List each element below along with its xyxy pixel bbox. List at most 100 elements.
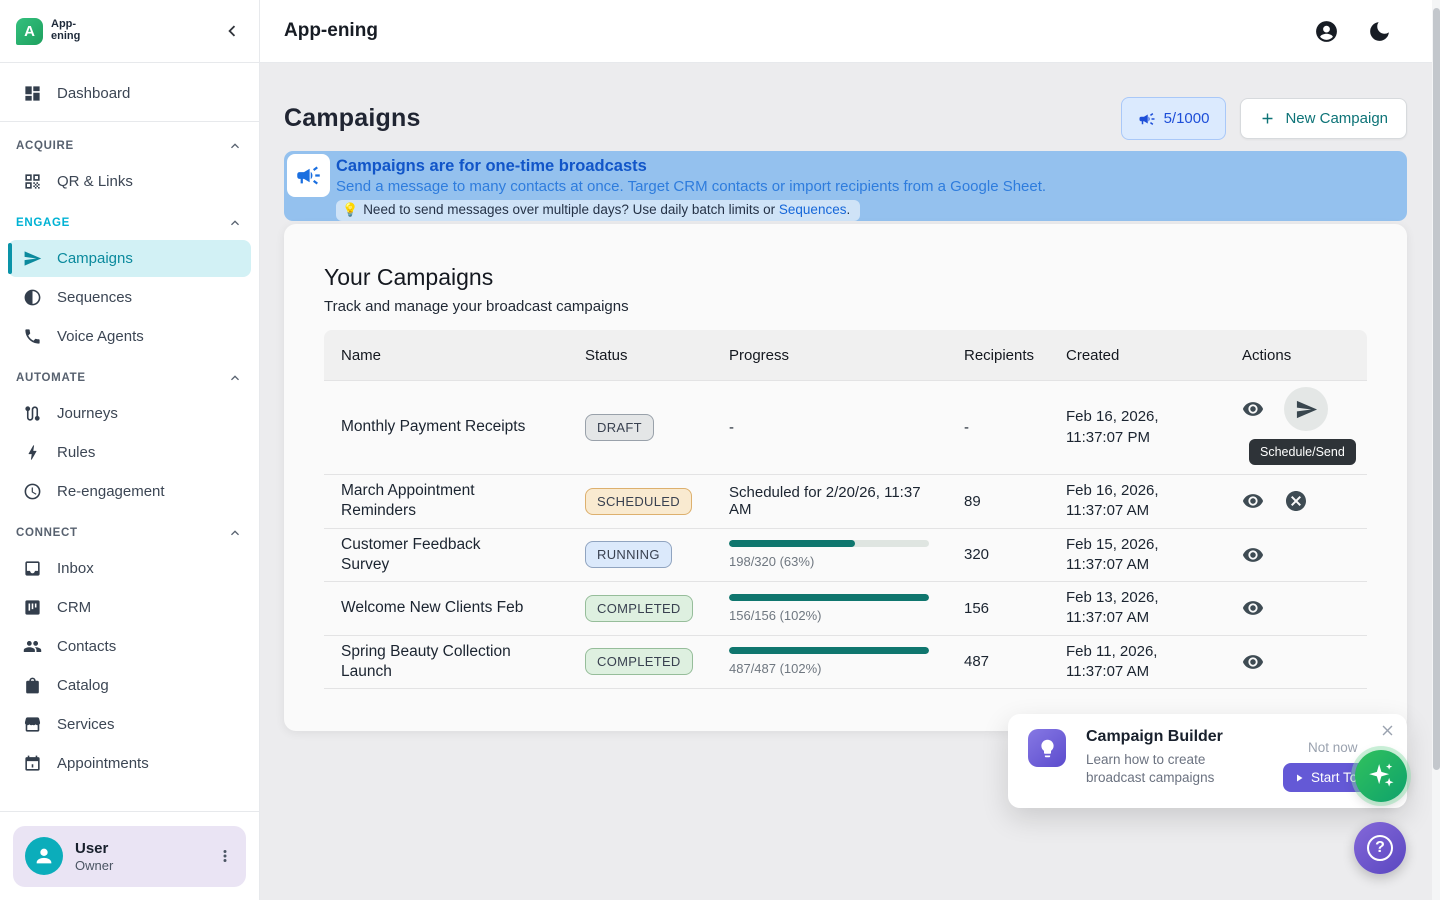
sidebar-item-crm[interactable]: CRM	[8, 589, 251, 626]
campaigns-table: Name Status Progress Recipients Created …	[324, 330, 1367, 689]
people-icon	[23, 637, 42, 656]
banner-title: Campaigns are for one-time broadcasts	[336, 155, 1046, 177]
quota-count: 5/1000	[1164, 110, 1210, 127]
close-popup-button[interactable]	[1379, 722, 1396, 739]
status-badge: SCHEDULED	[585, 488, 692, 515]
dark-mode-toggle[interactable]	[1367, 19, 1392, 44]
divider	[0, 121, 259, 122]
table-header: Name Status Progress Recipients Created …	[324, 330, 1367, 380]
progress-cell: -	[712, 413, 947, 442]
sidebar-item-catalog[interactable]: Catalog	[8, 667, 251, 704]
section-label: ENGAGE	[16, 217, 70, 229]
qr-code-icon	[23, 172, 42, 191]
recipients-cell: 320	[947, 540, 1049, 569]
sidebar-item-qr-links[interactable]: QR & Links	[8, 163, 251, 200]
send-icon	[23, 249, 42, 268]
view-button[interactable]	[1242, 490, 1264, 512]
section-label: AUTOMATE	[16, 372, 86, 384]
not-now-button[interactable]: Not now	[1308, 740, 1358, 755]
card-subtitle: Track and manage your broadcast campaign…	[324, 298, 1367, 315]
sidebar-item-voice-agents[interactable]: Voice Agents	[8, 318, 251, 355]
play-icon	[1293, 772, 1305, 784]
eye-icon	[1242, 544, 1264, 566]
created-cell: Feb 15, 2026, 11:37:07 AM	[1049, 529, 1209, 582]
created-cell: Feb 11, 2026, 11:37:07 AM	[1049, 636, 1209, 689]
sidebar-collapse-button[interactable]	[221, 20, 243, 42]
created-cell: Feb 13, 2026, 11:37:07 AM	[1049, 582, 1209, 635]
chevron-left-icon	[221, 20, 243, 42]
cancel-circle-icon	[1284, 489, 1308, 513]
phone-icon	[23, 327, 42, 346]
eye-icon	[1242, 597, 1264, 619]
sidebar-item-rules[interactable]: Rules	[8, 434, 251, 471]
recipients-cell: 156	[947, 594, 1049, 623]
table-row: Customer Feedback Survey RUNNING 198/320…	[324, 528, 1367, 582]
sidebar-item-appointments[interactable]: Appointments	[8, 745, 251, 782]
sidebar-section-engage[interactable]: ENGAGE	[0, 208, 259, 238]
ai-assistant-fab[interactable]	[1355, 750, 1407, 802]
sidebar-item-sequences[interactable]: Sequences	[8, 279, 251, 316]
sidebar-item-services[interactable]: Services	[8, 706, 251, 743]
schedule-send-button[interactable]	[1284, 387, 1328, 431]
cancel-button[interactable]	[1284, 489, 1308, 513]
chevron-up-icon	[227, 525, 243, 541]
storefront-icon	[23, 715, 42, 734]
person-icon	[33, 845, 55, 867]
column-header-status: Status	[568, 347, 712, 364]
sidebar-section-acquire[interactable]: ACQUIRE	[0, 131, 259, 161]
user-card[interactable]: User Owner	[13, 826, 246, 887]
sidebar-item-label: Re-engagement	[57, 483, 165, 500]
sidebar-section-connect[interactable]: CONNECT	[0, 518, 259, 548]
actions-cell	[1225, 538, 1367, 572]
scrollbar-thumb[interactable]	[1433, 8, 1440, 770]
sidebar-item-re-engagement[interactable]: Re-engagement	[8, 473, 251, 510]
column-header-name: Name	[324, 347, 568, 364]
sidebar: A App- ening Dashboard ACQUIRE QR & Link…	[0, 0, 260, 900]
sidebar-item-label: Contacts	[57, 638, 116, 655]
kebab-menu-icon	[216, 847, 234, 865]
view-button[interactable]	[1242, 544, 1264, 566]
sidebar-item-dashboard[interactable]: Dashboard	[8, 75, 251, 112]
new-campaign-label: New Campaign	[1285, 110, 1388, 127]
table-row: Welcome New Clients Feb COMPLETED 156/15…	[324, 581, 1367, 635]
sequences-link[interactable]: Sequences	[779, 202, 847, 217]
new-campaign-button[interactable]: New Campaign	[1240, 98, 1407, 139]
sparkles-icon	[1366, 761, 1396, 791]
status-badge: COMPLETED	[585, 648, 693, 675]
sidebar-item-label: QR & Links	[57, 173, 133, 190]
column-header-created: Created	[1049, 347, 1225, 364]
eye-icon	[1242, 398, 1264, 420]
recipients-cell: -	[947, 413, 1049, 442]
campaign-quota-badge[interactable]: 5/1000	[1121, 97, 1227, 140]
sidebar-section-automate[interactable]: AUTOMATE	[0, 363, 259, 393]
help-fab[interactable]: ?	[1354, 822, 1406, 874]
sidebar-item-contacts[interactable]: Contacts	[8, 628, 251, 665]
clock-icon	[23, 482, 42, 501]
progress-bar	[729, 647, 929, 654]
view-button[interactable]	[1242, 398, 1264, 420]
account-circle-icon	[1314, 19, 1339, 44]
section-label: CONNECT	[16, 527, 78, 539]
status-badge: COMPLETED	[585, 595, 693, 622]
progress-text: 487/487 (102%)	[729, 661, 939, 676]
sidebar-item-inbox[interactable]: Inbox	[8, 550, 251, 587]
sidebar-item-label: Catalog	[57, 677, 109, 694]
tip-text: Need to send messages over multiple days…	[363, 202, 775, 217]
view-button[interactable]	[1242, 597, 1264, 619]
popup-body: Learn how to create broadcast campaigns	[1086, 751, 1246, 787]
sidebar-item-journeys[interactable]: Journeys	[8, 395, 251, 432]
lightbulb-emoji: 💡	[342, 202, 358, 218]
question-mark-icon: ?	[1367, 835, 1393, 861]
user-menu-button[interactable]	[216, 847, 234, 865]
lightbulb-badge	[1028, 729, 1066, 767]
account-button[interactable]	[1314, 19, 1339, 44]
sidebar-item-campaigns[interactable]: Campaigns	[8, 240, 251, 277]
sidebar-logo-area: A App- ening	[0, 0, 259, 63]
sidebar-nav: Dashboard ACQUIRE QR & Links ENGAGE Camp…	[0, 63, 259, 811]
chevron-up-icon	[227, 138, 243, 154]
eye-icon	[1242, 490, 1264, 512]
column-header-progress: Progress	[712, 347, 947, 364]
campaign-builder-popup: Campaign Builder Learn how to create bro…	[1008, 714, 1407, 808]
view-button[interactable]	[1242, 651, 1264, 673]
campaigns-card: Your Campaigns Track and manage your bro…	[284, 224, 1407, 731]
